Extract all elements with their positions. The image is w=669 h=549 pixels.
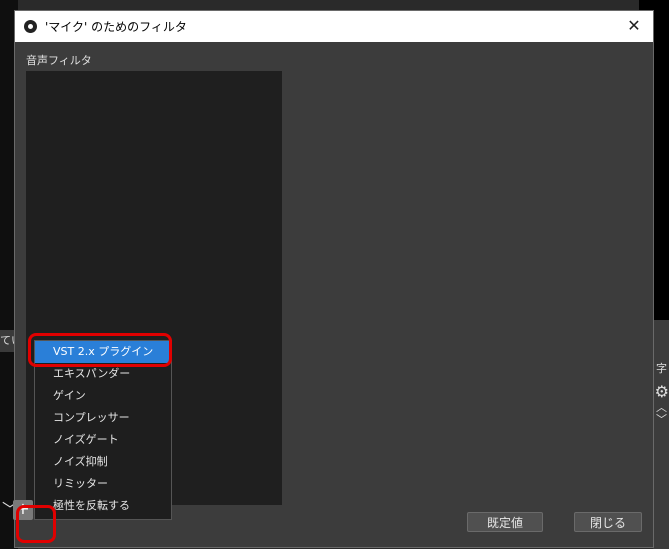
defaults-button[interactable]: 既定値 — [467, 512, 543, 532]
highlight-add-button — [16, 505, 56, 543]
dialog-title: 'マイク' のためのフィルタ — [45, 20, 187, 34]
add-filter-menu: VST 2.x プラグイン エキスパンダー ゲイン コンプレッサー ノイズゲート… — [34, 340, 172, 520]
menu-item-limiter[interactable]: リミッター — [35, 473, 171, 495]
background-right-text: 字 — [656, 362, 667, 375]
background-right-panel — [653, 320, 669, 549]
menu-item-noise-gate[interactable]: ノイズゲート — [35, 429, 171, 451]
obs-logo-icon — [24, 20, 37, 33]
close-icon[interactable]: ✕ — [625, 17, 643, 35]
close-button[interactable]: 閉じる — [574, 512, 642, 532]
scroll-arrows-icon[interactable]: ︿ ﹀ — [656, 402, 667, 426]
gear-icon[interactable]: ⚙ — [655, 382, 669, 401]
menu-item-noise-suppression[interactable]: ノイズ抑制 — [35, 451, 171, 473]
menu-item-gain[interactable]: ゲイン — [35, 385, 171, 407]
highlight-vst-item — [28, 333, 172, 367]
menu-item-compressor[interactable]: コンプレッサー — [35, 407, 171, 429]
audio-filters-label: 音声フィルタ — [26, 54, 92, 67]
title-bar: 'マイク' のためのフィルタ ✕ — [15, 11, 653, 42]
